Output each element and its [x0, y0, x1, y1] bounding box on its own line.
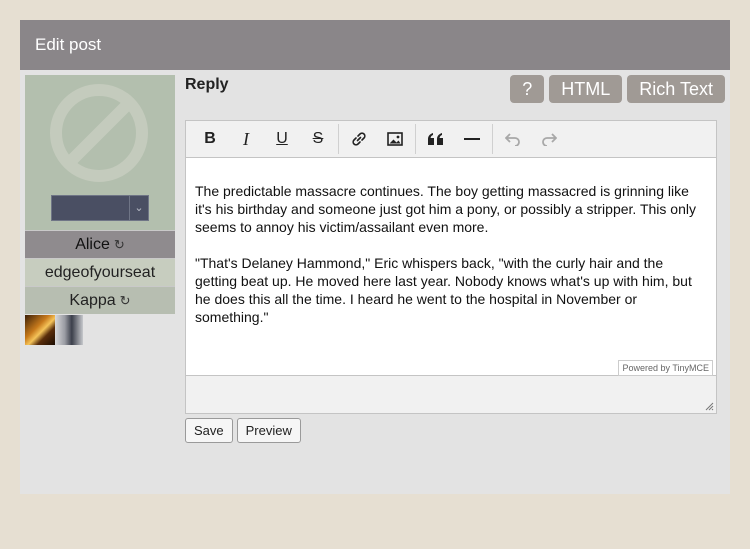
sidebar-item-label: edgeofyourseat [44, 264, 156, 281]
panel-title: Edit post [20, 20, 730, 70]
horizontal-rule-icon[interactable] [454, 124, 490, 154]
editor-mode-buttons: ? HTML Rich Text [510, 75, 725, 103]
sidebar-item-label: Kappa [69, 292, 116, 309]
rich-text-mode-button[interactable]: Rich Text [627, 75, 725, 103]
bold-icon[interactable]: B [192, 124, 228, 154]
editor-statusbar: Powered by TinyMCE [186, 360, 716, 413]
image-icon[interactable] [377, 124, 413, 154]
undo-icon[interactable] [495, 124, 531, 154]
editor-paragraph: The predictable massacre continues. The … [195, 183, 696, 235]
help-button[interactable]: ? [510, 75, 545, 103]
editor-toolbar: B I U S [186, 121, 716, 158]
toolbar-divider [492, 124, 493, 154]
sidebar-item-label: Alice [75, 236, 110, 253]
resize-handle-icon[interactable] [705, 402, 714, 411]
no-avatar-icon [50, 84, 148, 182]
refresh-icon[interactable]: ↻ [120, 293, 131, 308]
icon-thumbnail[interactable] [25, 315, 55, 345]
editor-content[interactable]: The predictable massacre continues. The … [186, 158, 716, 338]
reply-label: Reply [185, 76, 229, 93]
underline-icon[interactable]: U [264, 124, 300, 154]
sidebar-item-alice[interactable]: Alice ↻ [25, 230, 175, 258]
italic-icon[interactable]: I [228, 124, 264, 154]
form-actions: Save Preview [185, 418, 301, 443]
editor-paragraph: "That's Delaney Hammond," Eric whispers … [195, 255, 692, 325]
toolbar-divider [415, 124, 416, 154]
sidebar-item-kappa[interactable]: Kappa ↻ [25, 286, 175, 314]
link-icon[interactable] [341, 124, 377, 154]
edit-post-panel: Edit post ⌄ Alice ↻ edgeofyourseat Kappa ↻… [20, 20, 730, 494]
toolbar-divider [338, 124, 339, 154]
avatar-box: ⌄ [25, 75, 175, 230]
icon-thumbnail[interactable] [55, 315, 83, 345]
icon-thumbnails [25, 315, 175, 345]
refresh-icon[interactable]: ↻ [114, 237, 125, 252]
blockquote-icon[interactable] [418, 124, 454, 154]
preview-button[interactable]: Preview [236, 418, 301, 443]
sidebar-item-edgeofyourseat[interactable]: edgeofyourseat [25, 258, 175, 286]
chevron-down-icon: ⌄ [129, 196, 148, 220]
html-mode-button[interactable]: HTML [549, 75, 623, 103]
character-select[interactable]: ⌄ [51, 195, 149, 221]
redo-icon[interactable] [531, 124, 567, 154]
strikethrough-icon[interactable]: S [300, 124, 336, 154]
rich-text-editor: B I U S The predictable massacre continu… [185, 120, 717, 414]
powered-by-tinymce[interactable]: Powered by TinyMCE [618, 360, 713, 376]
character-sidebar: ⌄ Alice ↻ edgeofyourseat Kappa ↻ [25, 75, 175, 345]
save-button[interactable]: Save [185, 418, 233, 443]
